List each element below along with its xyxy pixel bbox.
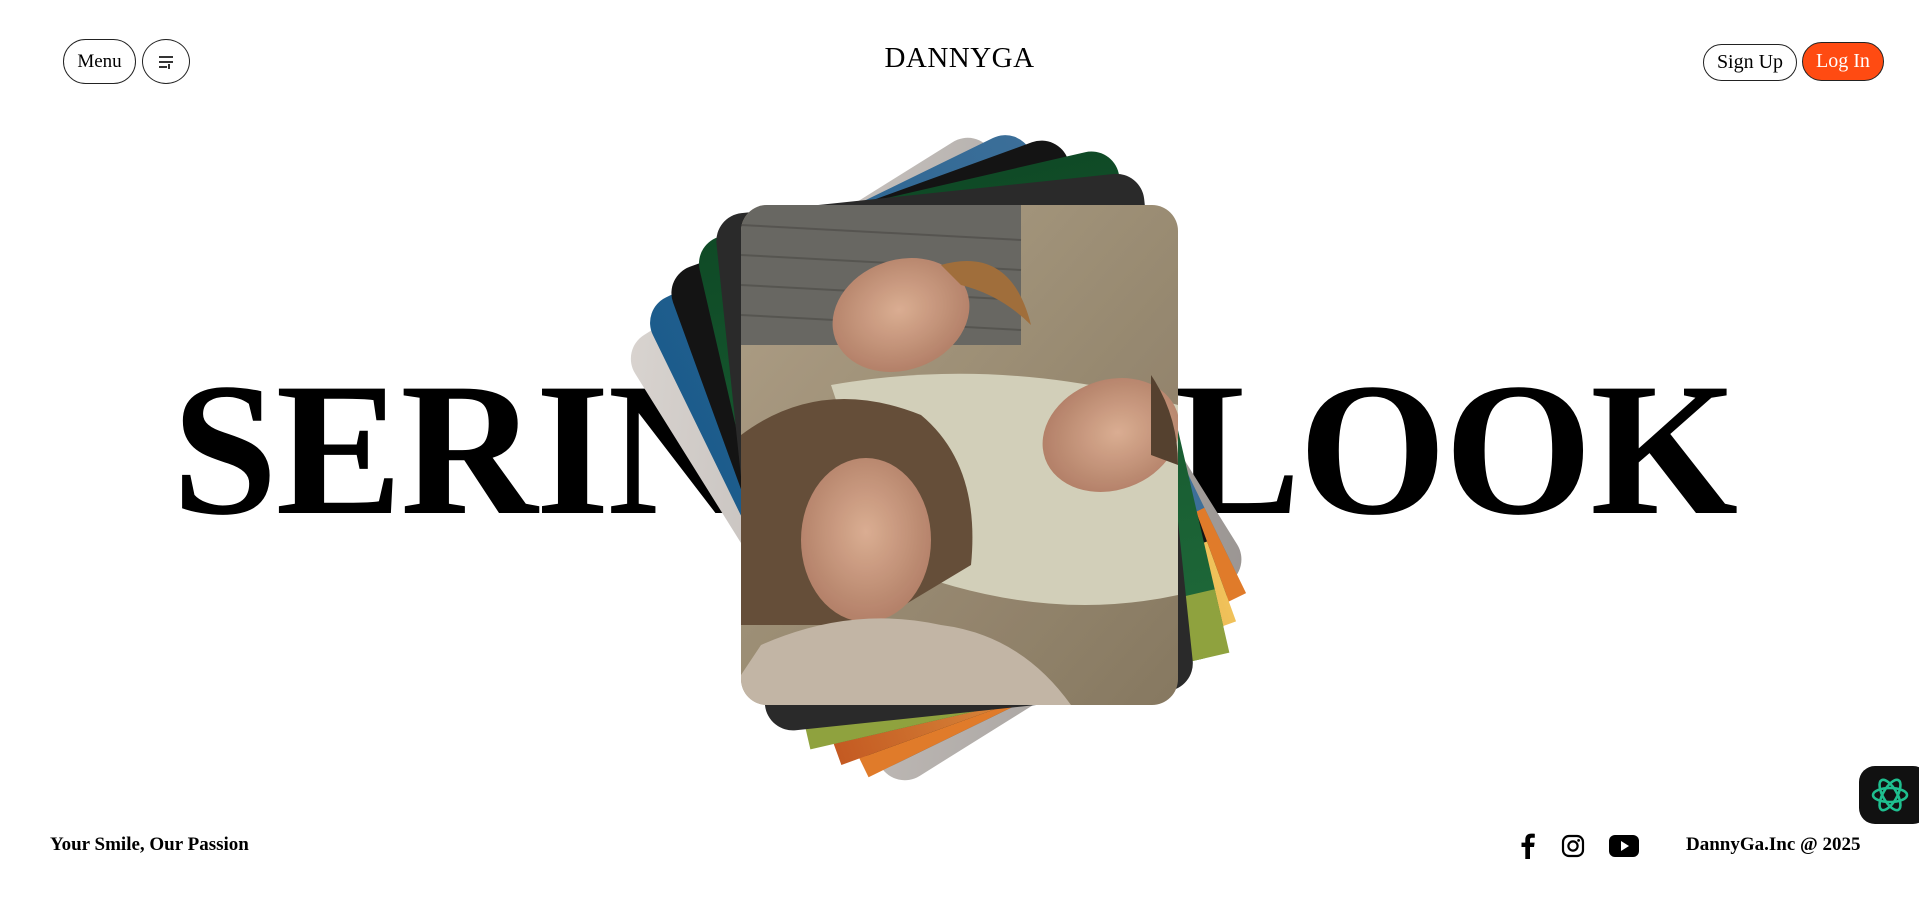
instagram-icon (1561, 834, 1585, 858)
instagram-link[interactable] (1556, 830, 1590, 862)
facebook-link[interactable] (1511, 830, 1545, 862)
youtube-link[interactable] (1605, 830, 1643, 862)
photo-card-stack (0, 0, 1919, 905)
featured-photo[interactable] (741, 205, 1178, 705)
featured-photo-image (741, 205, 1178, 705)
youtube-icon (1609, 835, 1639, 857)
tagline: Your Smile, Our Passion (50, 834, 249, 855)
copyright-text: DannyGa.Inc @ 2025 (1686, 834, 1861, 855)
facebook-icon (1521, 833, 1535, 859)
ai-assistant-button[interactable] (1859, 766, 1919, 824)
ai-assistant-icon (1871, 778, 1909, 812)
